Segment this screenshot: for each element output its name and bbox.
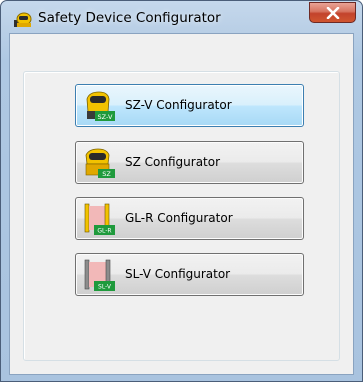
sl-v-badge: SL-V xyxy=(98,284,112,291)
sz-v-configurator-button[interactable]: SZ-V SZ-V Configurator xyxy=(75,84,304,127)
gl-r-light-curtain-icon: GL-R xyxy=(81,202,115,236)
sz-badge: SZ xyxy=(102,170,111,178)
sl-v-light-curtain-icon: SL-V xyxy=(81,258,115,292)
sl-v-configurator-button[interactable]: SL-V SL-V Configurator xyxy=(75,253,304,296)
title-bar[interactable]: Safety Device Configurator xyxy=(1,1,362,34)
close-icon xyxy=(326,7,340,19)
client-area: SZ-V SZ-V Configurator SZ SZ Configurato… xyxy=(9,33,354,375)
window-title: Safety Device Configurator xyxy=(38,10,221,26)
sz-scanner-icon: SZ xyxy=(81,146,115,180)
app-scanner-icon[interactable] xyxy=(13,10,33,28)
sl-v-configurator-label: SL-V Configurator xyxy=(125,267,231,281)
close-button[interactable] xyxy=(309,2,356,23)
sz-configurator-button[interactable]: SZ SZ Configurator xyxy=(75,141,304,184)
sz-configurator-label: SZ Configurator xyxy=(125,155,221,169)
sz-v-configurator-label: SZ-V Configurator xyxy=(125,98,232,112)
application-window: Safety Device Configurator SZ-V SZ-V Con… xyxy=(0,0,363,382)
gl-r-configurator-label: GL-R Configurator xyxy=(125,211,233,225)
gl-r-badge: GL-R xyxy=(97,228,111,235)
sz-v-badge: SZ-V xyxy=(98,113,113,121)
gl-r-configurator-button[interactable]: GL-R GL-R Configurator xyxy=(75,197,304,240)
sz-v-scanner-icon: SZ-V xyxy=(81,89,115,123)
